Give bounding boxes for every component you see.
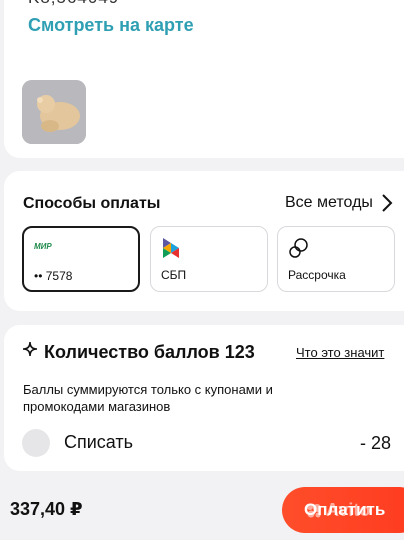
- installments-label: Рассрочка: [288, 268, 346, 282]
- all-methods-link[interactable]: Все методы: [285, 193, 393, 213]
- payment-method-installments[interactable]: Рассрочка: [277, 226, 395, 292]
- show-on-map-link[interactable]: Смотреть на карте: [28, 15, 194, 36]
- points-description: Баллы суммируются только с купонами и пр…: [23, 382, 273, 414]
- bonus-points-card: Количество баллов 123 Что это значит Бал…: [4, 325, 404, 471]
- product-thumbnail[interactable]: [22, 80, 86, 144]
- spend-points-label: Списать: [64, 432, 134, 452]
- sbp-logo-icon: [163, 238, 179, 258]
- spend-points-checkbox[interactable]: [22, 429, 50, 457]
- payment-methods-card: Способы оплаты Все методы МИР •• 7578 СБ…: [4, 171, 404, 311]
- pickup-card: K8,564049 Смотреть на карте: [4, 0, 404, 158]
- avito-logo-icon: [307, 503, 321, 517]
- what-it-means-link[interactable]: Что это значит: [296, 345, 384, 360]
- installments-icon: [289, 238, 308, 258]
- order-total: 337,40 ₽: [10, 499, 83, 519]
- cut-off-text: K8,564049: [28, 0, 119, 8]
- payment-methods-title: Способы оплаты: [23, 195, 161, 212]
- sbp-label: СБП: [161, 268, 187, 282]
- points-title: Количество баллов 123: [44, 342, 255, 362]
- spend-points-value: - 28: [360, 433, 392, 453]
- chevron-right-icon: [382, 194, 393, 212]
- watermark-text: Avito: [326, 500, 371, 520]
- payment-method-mir-card[interactable]: МИР •• 7578: [22, 226, 140, 292]
- avito-watermark: Avito: [306, 500, 370, 521]
- card-number-label: •• 7578: [34, 269, 73, 283]
- payment-method-sbp[interactable]: СБП: [150, 226, 268, 292]
- all-methods-label: Все методы: [285, 194, 373, 211]
- points-star-icon: [22, 341, 38, 357]
- mir-logo: МИР: [34, 242, 52, 251]
- product-figurine-image: [22, 80, 86, 144]
